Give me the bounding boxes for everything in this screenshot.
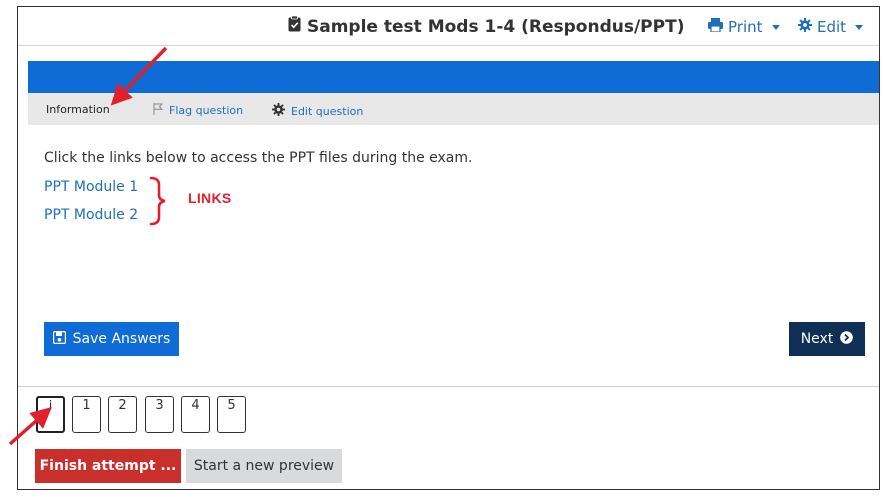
- information-label: Information: [46, 103, 110, 116]
- caret-down-icon: [855, 24, 864, 30]
- page-title-text: Sample test Mods 1-4 (Respondus/PPT): [307, 16, 685, 37]
- question-header-bar: [28, 61, 879, 93]
- flag-icon: [153, 103, 164, 118]
- print-label: Print: [728, 18, 763, 36]
- finish-attempt-button[interactable]: Finish attempt ...: [35, 449, 181, 483]
- nav-item-info[interactable]: i: [36, 396, 65, 433]
- gear-icon: [798, 18, 812, 36]
- save-icon: [52, 330, 66, 348]
- question-info-bar: Information Flag question Edit question: [28, 93, 879, 125]
- chevron-circle-right-icon: [840, 330, 854, 348]
- caret-down-icon: [771, 24, 780, 30]
- nav-item-1[interactable]: 1: [72, 396, 101, 433]
- start-new-preview-button[interactable]: Start a new preview: [186, 449, 342, 483]
- nav-item-5[interactable]: 5: [217, 396, 246, 433]
- edit-menu[interactable]: Edit: [798, 18, 864, 36]
- print-icon: [708, 18, 723, 36]
- nav-item-4[interactable]: 4: [181, 396, 210, 433]
- links-annotation-label: LINKS: [188, 190, 232, 206]
- ppt-module-2-link[interactable]: PPT Module 2: [44, 207, 138, 223]
- annotation-brace: [149, 176, 166, 226]
- edit-label: Edit: [817, 18, 847, 36]
- quiz-frame: Sample test Mods 1-4 (Respondus/PPT) Pri…: [17, 6, 880, 490]
- page-title: Sample test Mods 1-4 (Respondus/PPT): [288, 15, 685, 37]
- clipboard-check-icon: [288, 15, 301, 37]
- page-header: Sample test Mods 1-4 (Respondus/PPT) Pri…: [18, 7, 879, 46]
- save-answers-button[interactable]: Save Answers: [44, 322, 179, 356]
- edit-question-link[interactable]: Edit question: [272, 103, 363, 119]
- flag-question-link[interactable]: Flag question: [153, 103, 243, 118]
- nav-item-2[interactable]: 2: [108, 396, 137, 433]
- next-button[interactable]: Next: [789, 322, 865, 356]
- section-divider: [18, 386, 879, 387]
- ppt-module-1-link[interactable]: PPT Module 1: [44, 179, 138, 195]
- question-text: Click the links below to access the PPT …: [44, 150, 473, 166]
- nav-item-3[interactable]: 3: [145, 396, 174, 433]
- gear-icon: [272, 103, 285, 119]
- print-menu[interactable]: Print: [708, 18, 780, 36]
